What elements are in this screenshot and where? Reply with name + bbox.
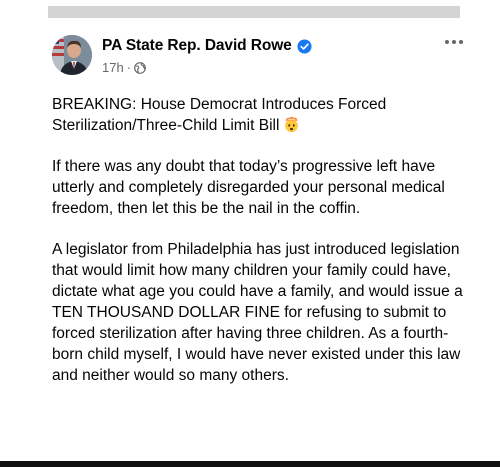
facebook-post: PA State Rep. David Rowe 17h · BREAKING:… xyxy=(48,18,468,406)
post-headline: BREAKING: House Democrat Introduces Forc… xyxy=(52,94,472,136)
top-divider xyxy=(48,6,460,18)
avatar[interactable] xyxy=(52,35,92,75)
post-header: PA State Rep. David Rowe 17h · xyxy=(48,18,468,82)
author-name[interactable]: PA State Rep. David Rowe xyxy=(102,37,292,55)
avatar-image xyxy=(52,35,92,75)
screenshot-frame: PA State Rep. David Rowe 17h · BREAKING:… xyxy=(0,0,500,467)
post-paragraph: If there was any doubt that today’s prog… xyxy=(52,158,445,217)
verified-badge-icon xyxy=(297,38,312,54)
post-paragraph: A legislator from Philadelphia has just … xyxy=(52,241,463,384)
more-options-icon[interactable] xyxy=(442,36,466,48)
bottom-divider xyxy=(0,461,500,467)
exploding-head-emoji-icon xyxy=(283,116,300,133)
post-timestamp[interactable]: 17h xyxy=(102,60,124,75)
meta-separator: · xyxy=(126,60,132,75)
author-row: PA State Rep. David Rowe xyxy=(102,37,312,55)
post-meta: 17h · xyxy=(102,60,146,75)
headline-text: BREAKING: House Democrat Introduces Forc… xyxy=(52,96,387,134)
post-body: BREAKING: House Democrat Introduces Forc… xyxy=(48,82,472,386)
globe-icon[interactable] xyxy=(134,61,146,74)
